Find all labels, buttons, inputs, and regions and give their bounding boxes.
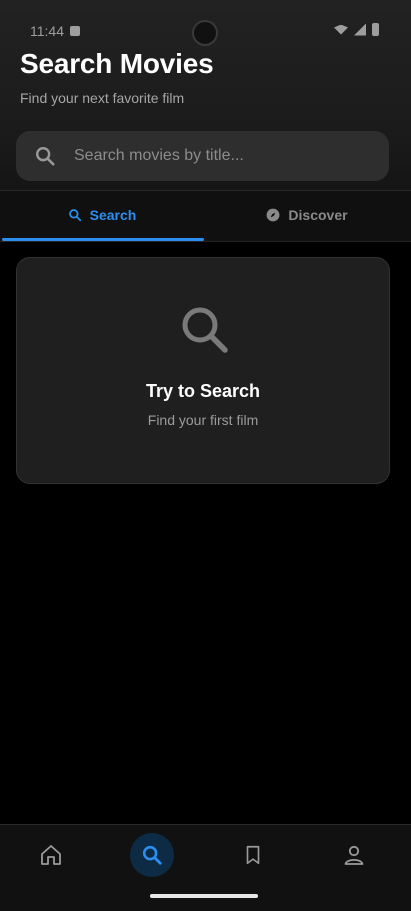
search-input[interactable] bbox=[72, 146, 366, 166]
bookmark-icon bbox=[246, 845, 260, 865]
header: 11:44 Search Movies Find your next favor… bbox=[0, 0, 411, 191]
page-title: Search Movies bbox=[20, 48, 214, 79]
search-icon bbox=[36, 147, 55, 166]
empty-state-card: Try to Search Find your first film bbox=[16, 257, 390, 484]
empty-state-title: Try to Search bbox=[145, 381, 261, 401]
tab-discover-label: Discover bbox=[288, 207, 348, 223]
tab-search[interactable]: Search bbox=[0, 191, 204, 239]
app-screen: 11:44 Search Movies Find your next favor… bbox=[0, 0, 411, 911]
nav-profile[interactable] bbox=[332, 833, 376, 877]
home-indicator[interactable] bbox=[150, 894, 258, 898]
home-icon bbox=[41, 845, 61, 865]
status-icons bbox=[334, 23, 379, 36]
signal-icon bbox=[354, 23, 366, 36]
page-subtitle: Find your next favorite film bbox=[20, 90, 185, 106]
search-icon bbox=[182, 307, 228, 353]
profile-icon bbox=[344, 845, 364, 865]
compass-icon bbox=[267, 208, 280, 222]
tab-search-label: Search bbox=[89, 207, 137, 223]
status-time: 11:44 bbox=[30, 23, 64, 39]
tab-bar: Search Discover bbox=[0, 191, 411, 242]
tab-discover[interactable]: Discover bbox=[205, 191, 409, 239]
nav-home[interactable] bbox=[29, 833, 73, 877]
wifi-icon bbox=[334, 24, 348, 35]
notification-icon bbox=[70, 26, 80, 36]
search-bar[interactable] bbox=[16, 131, 389, 181]
bottom-navigation bbox=[0, 824, 411, 911]
camera-cutout bbox=[192, 20, 218, 46]
active-tab-indicator bbox=[2, 238, 204, 241]
empty-state-subtitle: Find your first film bbox=[147, 412, 259, 428]
nav-bookmarks[interactable] bbox=[231, 833, 275, 877]
search-icon bbox=[68, 209, 81, 222]
battery-icon bbox=[372, 23, 379, 36]
status-bar: 11:44 bbox=[0, 14, 411, 48]
nav-search[interactable] bbox=[130, 833, 174, 877]
search-icon bbox=[142, 845, 162, 865]
